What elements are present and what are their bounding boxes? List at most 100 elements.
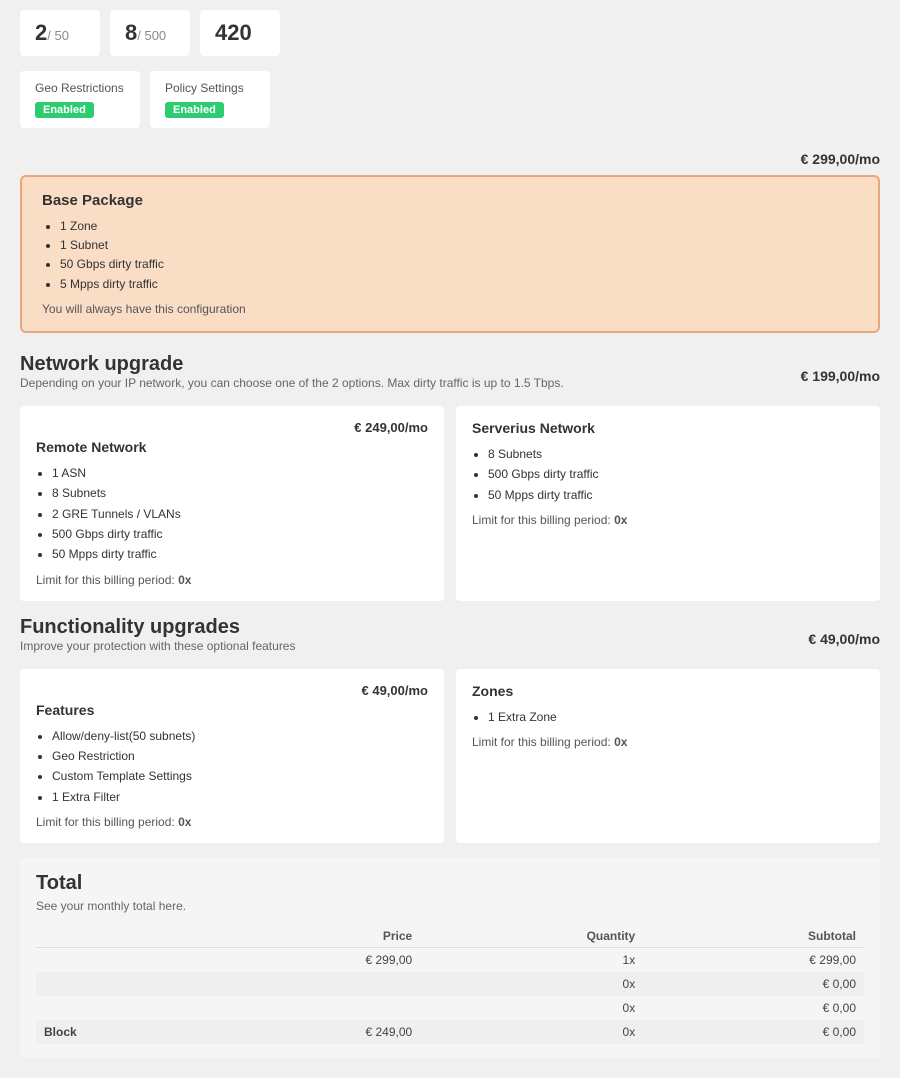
- row-1-label: [36, 972, 204, 996]
- row-3-quantity: 0x: [420, 1020, 643, 1044]
- row-2-label: [36, 996, 204, 1020]
- features-card-item-2: Custom Template Settings: [52, 766, 428, 786]
- serverius-network-list: 8 Subnets 500 Gbps dirty traffic 50 Mpps…: [488, 444, 864, 505]
- network-upgrade-subtitle: Depending on your IP network, you can ch…: [20, 376, 564, 390]
- total-col-price: Price: [204, 925, 420, 948]
- remote-network-price: € 249,00/mo: [36, 420, 428, 435]
- functionality-upgrades-section: Functionality upgrades Improve your prot…: [20, 616, 880, 844]
- stat-denom-zones: / 50: [47, 28, 69, 43]
- remote-network-title: Remote Network: [36, 439, 428, 455]
- geo-restrictions-box: Geo Restrictions Enabled: [20, 71, 140, 128]
- row-1-quantity: 0x: [420, 972, 643, 996]
- functionality-upgrades-title: Functionality upgrades: [20, 616, 295, 639]
- features-card-item-0: Allow/deny-list(50 subnets): [52, 726, 428, 746]
- total-table: Price Quantity Subtotal € 299,00 1x € 29…: [36, 925, 864, 1044]
- serverius-network-item-2: 50 Mpps dirty traffic: [488, 485, 864, 505]
- functionality-upgrades-cards: € 49,00/mo Features Allow/deny-list(50 s…: [20, 669, 880, 844]
- row-2-subtotal: € 0,00: [643, 996, 864, 1020]
- serverius-network-item-0: 8 Subnets: [488, 444, 864, 464]
- table-row: 0x € 0,00: [36, 972, 864, 996]
- table-row: 0x € 0,00: [36, 996, 864, 1020]
- base-package-item-3: 5 Mpps dirty traffic: [60, 275, 858, 294]
- remote-network-card: € 249,00/mo Remote Network 1 ASN 8 Subne…: [20, 406, 444, 601]
- row-1-price: [204, 972, 420, 996]
- total-col-quantity: Quantity: [420, 925, 643, 948]
- row-1-subtotal: € 0,00: [643, 972, 864, 996]
- row-0-quantity: 1x: [420, 948, 643, 973]
- features-card-item-3: 1 Extra Filter: [52, 787, 428, 807]
- serverius-network-limit: Limit for this billing period: 0x: [472, 513, 864, 527]
- remote-network-item-1: 8 Subnets: [52, 483, 428, 503]
- remote-network-item-4: 50 Mpps dirty traffic: [52, 544, 428, 564]
- features-card-price: € 49,00/mo: [36, 683, 428, 698]
- network-upgrade-price: € 199,00/mo: [801, 368, 880, 384]
- zones-card: Zones 1 Extra Zone Limit for this billin…: [456, 669, 880, 844]
- network-upgrade-header-left: Network upgrade Depending on your IP net…: [20, 353, 564, 400]
- stat-box-traffic: 420: [200, 10, 280, 56]
- functionality-upgrades-subtitle: Improve your protection with these optio…: [20, 639, 295, 653]
- row-0-label: [36, 948, 204, 973]
- base-package-note: You will always have this configuration: [42, 302, 858, 316]
- base-package-card: Base Package 1 Zone 1 Subnet 50 Gbps dir…: [20, 175, 880, 333]
- policy-settings-box: Policy Settings Enabled: [150, 71, 270, 128]
- row-2-price: [204, 996, 420, 1020]
- functionality-upgrades-header-left: Functionality upgrades Improve your prot…: [20, 616, 295, 663]
- serverius-network-limit-value: 0x: [614, 513, 627, 527]
- features-card-list: Allow/deny-list(50 subnets) Geo Restrict…: [52, 726, 428, 808]
- remote-network-item-3: 500 Gbps dirty traffic: [52, 524, 428, 544]
- serverius-network-item-1: 500 Gbps dirty traffic: [488, 464, 864, 484]
- network-upgrade-header-row: Network upgrade Depending on your IP net…: [20, 353, 880, 400]
- stats-row: 2/ 50 8/ 500 420: [20, 10, 880, 56]
- stat-value-zones: 2: [35, 20, 47, 45]
- total-title: Total: [36, 872, 864, 895]
- features-card: € 49,00/mo Features Allow/deny-list(50 s…: [20, 669, 444, 844]
- base-package-price: € 299,00/mo: [20, 143, 880, 175]
- row-2-quantity: 0x: [420, 996, 643, 1020]
- stat-denom-subnets: / 500: [137, 28, 166, 43]
- zones-card-limit: Limit for this billing period: 0x: [472, 735, 864, 749]
- geo-restrictions-label: Geo Restrictions: [35, 81, 125, 95]
- features-card-item-1: Geo Restriction: [52, 746, 428, 766]
- zones-card-title: Zones: [472, 683, 864, 699]
- total-subtitle: See your monthly total here.: [36, 899, 864, 913]
- total-col-subtotal: Subtotal: [643, 925, 864, 948]
- features-row: Geo Restrictions Enabled Policy Settings…: [20, 71, 880, 128]
- policy-settings-badge: Enabled: [165, 102, 224, 118]
- base-package-item-2: 50 Gbps dirty traffic: [60, 255, 858, 274]
- features-card-title: Features: [36, 702, 428, 718]
- row-3-price: € 249,00: [204, 1020, 420, 1044]
- total-section: Total See your monthly total here. Price…: [20, 858, 880, 1058]
- geo-restrictions-badge: Enabled: [35, 102, 94, 118]
- zones-card-limit-value: 0x: [614, 735, 627, 749]
- base-package-title: Base Package: [42, 192, 858, 209]
- stat-value-traffic: 420: [215, 20, 252, 45]
- stat-value-subnets: 8: [125, 20, 137, 45]
- remote-network-item-0: 1 ASN: [52, 463, 428, 483]
- network-upgrade-section: Network upgrade Depending on your IP net…: [20, 353, 880, 601]
- base-package-list: 1 Zone 1 Subnet 50 Gbps dirty traffic 5 …: [60, 217, 858, 294]
- serverius-network-card: Serverius Network 8 Subnets 500 Gbps dir…: [456, 406, 880, 601]
- remote-network-list: 1 ASN 8 Subnets 2 GRE Tunnels / VLANs 50…: [52, 463, 428, 565]
- row-0-price: € 299,00: [204, 948, 420, 973]
- row-3-subtotal: € 0,00: [643, 1020, 864, 1044]
- stat-box-subnets: 8/ 500: [110, 10, 190, 56]
- policy-settings-label: Policy Settings: [165, 81, 255, 95]
- total-table-header: Price Quantity Subtotal: [36, 925, 864, 948]
- stat-box-zones: 2/ 50: [20, 10, 100, 56]
- base-package-item-0: 1 Zone: [60, 217, 858, 236]
- network-upgrade-cards: € 249,00/mo Remote Network 1 ASN 8 Subne…: [20, 406, 880, 601]
- row-3-label: Block: [36, 1020, 204, 1044]
- remote-network-item-2: 2 GRE Tunnels / VLANs: [52, 504, 428, 524]
- row-0-subtotal: € 299,00: [643, 948, 864, 973]
- features-card-limit: Limit for this billing period: 0x: [36, 815, 428, 829]
- base-package-item-1: 1 Subnet: [60, 236, 858, 255]
- table-row: Block € 249,00 0x € 0,00: [36, 1020, 864, 1044]
- network-upgrade-title: Network upgrade: [20, 353, 564, 376]
- table-row: € 299,00 1x € 299,00: [36, 948, 864, 973]
- functionality-upgrades-price: € 49,00/mo: [808, 631, 880, 647]
- remote-network-limit: Limit for this billing period: 0x: [36, 573, 428, 587]
- total-col-label: [36, 925, 204, 948]
- zones-card-item-0: 1 Extra Zone: [488, 707, 864, 727]
- features-card-limit-value: 0x: [178, 815, 191, 829]
- remote-network-limit-value: 0x: [178, 573, 191, 587]
